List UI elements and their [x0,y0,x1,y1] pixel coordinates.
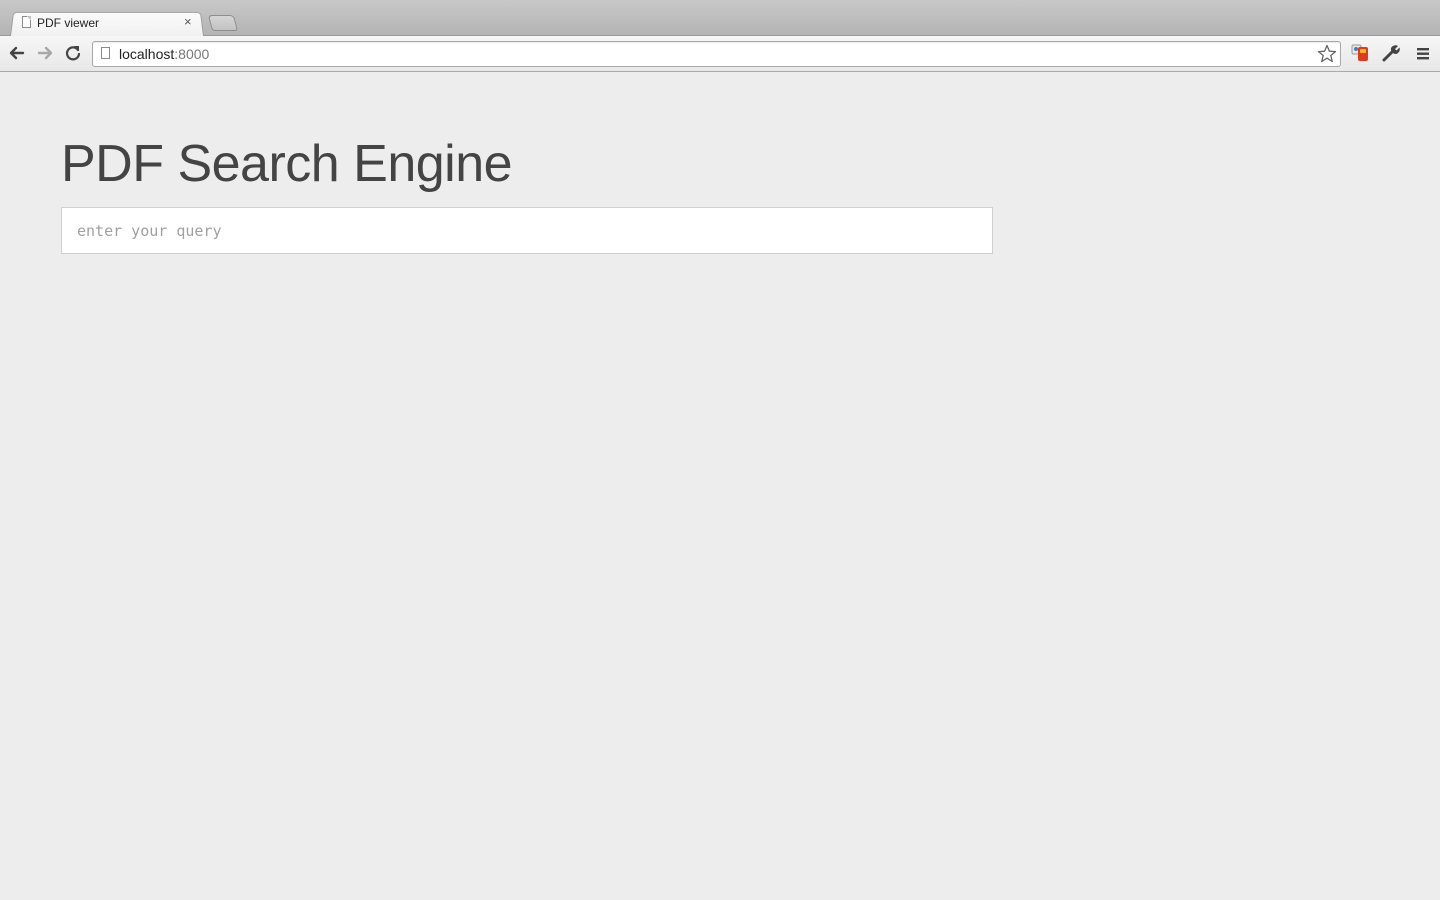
browser-toolbar: localhost:8000 [0,36,1440,72]
extension-icon [1351,44,1368,61]
search-input[interactable] [61,207,993,254]
wrench-icon [1382,45,1400,62]
tab-close-icon[interactable]: × [184,14,192,29]
page-icon [101,47,110,59]
extension-button[interactable] [1349,42,1371,64]
address-bar[interactable]: localhost:8000 [92,41,1341,67]
star-icon [1317,44,1337,63]
address-url[interactable]: localhost:8000 [119,46,209,62]
page-content: PDF Search Engine [0,72,1440,900]
menu-icon [1417,48,1429,60]
reload-button[interactable] [62,42,84,64]
menu-button[interactable] [1412,42,1434,64]
tab-pdf-viewer[interactable]: PDF viewer × [22,14,202,34]
url-host: localhost [119,46,175,62]
wrench-button[interactable] [1380,42,1402,64]
forward-button[interactable] [34,42,56,64]
page-title: PDF Search Engine [61,135,513,193]
page-icon [22,16,31,28]
reload-icon [65,46,81,61]
bookmark-star-button[interactable] [1316,43,1338,65]
new-tab-button[interactable] [207,15,239,31]
back-arrow-icon [9,46,25,60]
tab-title: PDF viewer [37,16,100,30]
url-port: :8000 [174,46,210,62]
browser-window: PDF viewer × localhost:8000 PDF Search E… [0,0,1440,900]
back-button[interactable] [6,42,28,64]
forward-arrow-icon [37,46,53,60]
tab-strip: PDF viewer × [0,0,1440,36]
